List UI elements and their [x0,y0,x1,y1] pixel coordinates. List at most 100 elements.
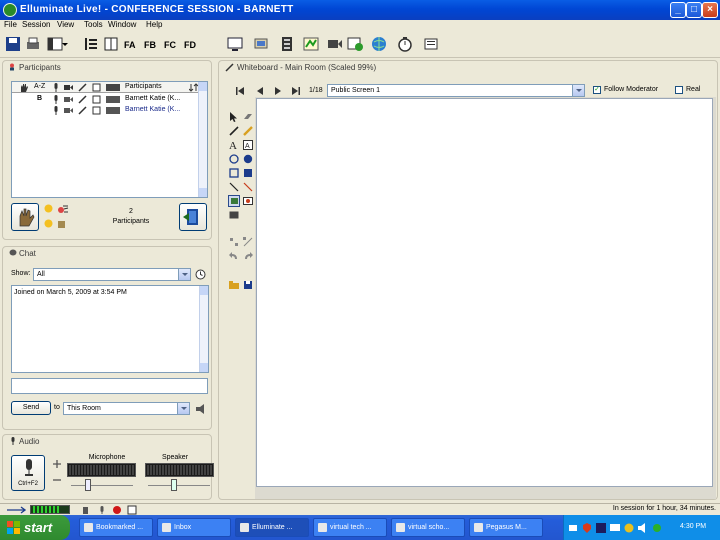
scroll-down-button[interactable] [199,188,207,197]
redo-tool-icon[interactable] [243,251,253,261]
desktop-share-icon[interactable] [252,35,270,53]
participants-scrollbar[interactable] [198,82,207,197]
menu-file[interactable]: File [4,20,17,29]
filled-rectangle-tool-icon[interactable] [243,168,253,178]
line-tool-icon[interactable] [229,182,239,192]
tray-sync-icon[interactable] [652,523,662,533]
arrow-tool-icon[interactable] [243,182,253,192]
open-folder-tool-icon[interactable] [229,280,239,290]
highlighter-tool-icon[interactable] [243,126,253,136]
participant-whiteboard-icon[interactable] [92,106,101,115]
participant-pen-icon[interactable] [78,106,87,115]
tray-security-icon[interactable] [582,523,592,533]
microphone-slider[interactable] [85,479,92,491]
filled-ellipse-tool-icon[interactable] [243,154,253,164]
undo-tool-icon[interactable] [229,251,239,261]
menu-view[interactable]: View [57,20,74,29]
select-tool-icon[interactable] [229,112,239,122]
participant-pen-icon[interactable] [78,95,87,104]
whiteboard-share-icon[interactable] [346,35,364,53]
start-button[interactable]: start [0,515,70,540]
volume-down-icon[interactable] [52,475,62,485]
follow-moderator-checkbox[interactable]: ✓ [593,86,601,94]
first-page-icon[interactable] [235,86,245,96]
close-button[interactable]: × [702,2,718,18]
text-box-tool-icon[interactable]: A [243,140,253,150]
format-fc-icon[interactable]: FC [162,35,180,53]
text-tool-icon[interactable]: A [229,140,239,150]
ungroup-tool-icon[interactable] [243,237,253,247]
participant-apps-icon[interactable] [106,107,120,114]
group-tool-icon[interactable] [229,237,239,247]
tray-volume-icon[interactable] [638,523,648,533]
hollow-ellipse-tool-icon[interactable] [229,154,239,164]
web-tour-icon[interactable] [370,35,388,53]
eraser-tool-icon[interactable] [243,112,253,122]
save-icon[interactable] [4,35,22,53]
layout-icon[interactable] [46,35,68,53]
format-fa-icon[interactable]: FA [122,35,140,53]
table-icon[interactable] [102,35,120,53]
print-icon[interactable] [24,35,42,53]
chat-send-button[interactable]: Send [11,401,51,415]
taskbar-item-elluminate[interactable]: Elluminate ... [235,518,309,537]
speaker-slider[interactable] [171,479,178,491]
emoticon-frown-icon[interactable] [44,219,53,228]
video-icon[interactable] [326,35,344,53]
participant-row[interactable]: B Barnett Katie (K... [12,94,199,105]
chevron-down-icon[interactable] [177,403,189,414]
tray-monitor-icon[interactable] [610,523,620,533]
emoticon-smile-icon[interactable] [44,204,53,213]
maximize-button[interactable]: □ [686,2,702,18]
list-icon[interactable] [82,35,100,53]
volume-up-icon[interactable] [52,459,62,469]
chevron-down-icon[interactable] [178,269,190,280]
tray-app-icon[interactable] [596,523,606,533]
screen-select[interactable]: Public Screen 1 [327,84,585,97]
pen-tool-icon[interactable] [229,126,239,136]
chat-alert-icon[interactable] [195,404,207,414]
participant-video-icon[interactable] [64,95,73,104]
save-whiteboard-tool-icon[interactable] [243,280,253,290]
menu-help[interactable]: Help [146,20,162,29]
chat-clock-icon[interactable] [195,269,206,280]
tray-shield-icon[interactable] [624,523,634,533]
chat-show-select[interactable]: All [33,268,191,281]
participant-row[interactable]: Barnett Katie (K... [12,105,199,116]
sort-column-icon[interactable] [189,83,198,92]
scroll-up-button[interactable] [200,286,208,295]
chat-recipient-select[interactable]: This Room [63,402,190,415]
participants-column-header[interactable]: Participants [125,83,162,90]
next-page-icon[interactable] [273,86,283,96]
taskbar-item-pegasus[interactable]: Pegasus M... [469,518,543,537]
screen-capture-tool-icon[interactable] [229,210,239,220]
menu-session[interactable]: Session [22,20,50,29]
participant-whiteboard-icon[interactable] [92,95,101,104]
scroll-down-button[interactable] [200,363,208,372]
record-icon[interactable] [112,505,122,515]
last-page-icon[interactable] [291,86,301,96]
away-icon[interactable] [57,219,67,229]
participant-apps-icon[interactable] [106,96,120,103]
notes-icon[interactable] [422,35,440,53]
taskbar-item-inbox[interactable]: Inbox [157,518,231,537]
whiteboard-canvas[interactable] [256,98,713,487]
image-tool-icon[interactable] [228,195,240,207]
minimize-button[interactable]: _ [670,2,686,18]
chat-message-input[interactable] [11,378,208,394]
taskbar-item-bookmarked[interactable]: Bookmarked ... [79,518,153,537]
map-icon[interactable] [302,35,320,53]
tray-network-icon[interactable] [568,523,578,533]
taskbar-item-virtual-school[interactable]: virtual scho... [391,518,465,537]
clip-art-tool-icon[interactable] [243,196,253,206]
exit-session-button[interactable] [179,203,207,231]
chevron-down-icon[interactable] [572,85,584,96]
talk-button[interactable]: Ctrl+F2 [11,455,45,491]
applause-icon[interactable] [57,204,69,214]
menu-tools[interactable]: Tools [84,20,103,29]
hollow-rectangle-tool-icon[interactable] [229,168,239,178]
screen-icon[interactable] [226,35,244,53]
chat-scrollbar[interactable] [199,286,208,372]
participant-mic-icon[interactable] [52,95,60,104]
hand-raise-icon[interactable] [19,83,28,92]
